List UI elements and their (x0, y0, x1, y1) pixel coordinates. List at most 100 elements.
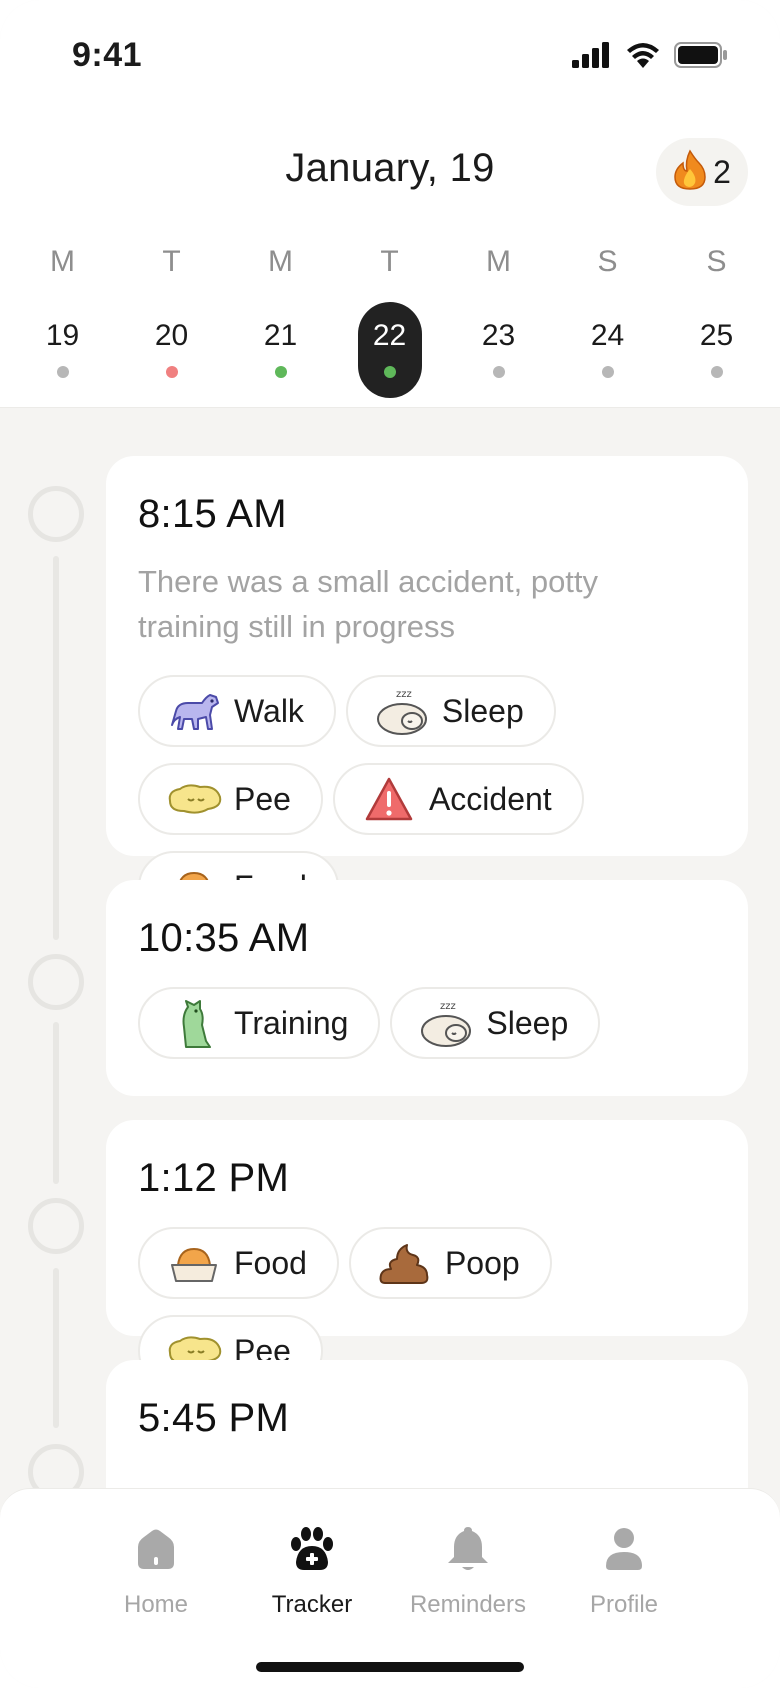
timeline-line (53, 556, 59, 940)
poop-icon (375, 1237, 435, 1289)
tag-sleep[interactable]: zzz Sleep (345, 675, 556, 747)
tag-label: Poop (444, 1244, 520, 1281)
nav-label: Home (123, 1591, 189, 1618)
day-status-dot (274, 366, 287, 378)
sleeping-dog-icon: zzz (416, 997, 476, 1049)
tag-pee[interactable]: Pee (138, 763, 323, 835)
nav-label: Profile (589, 1591, 659, 1618)
nav-profile[interactable]: Profile (546, 1511, 702, 1621)
day-letter: M (268, 245, 293, 278)
timeline-node (28, 954, 84, 1010)
week-strip: M 19 T 20 M 21 T 22 M 23 S 24 S 25 (8, 240, 772, 398)
entry-card[interactable]: 10:35 AM Training zzz Sleep (106, 880, 748, 1096)
timeline-node (28, 486, 84, 542)
nav-tracker[interactable]: Tracker (234, 1511, 390, 1621)
streak-badge[interactable]: 2 (656, 138, 748, 206)
tag-list: Training zzz Sleep (138, 987, 716, 1059)
tag-label: Pee (234, 780, 291, 817)
day-item[interactable]: T 20 (117, 240, 226, 380)
svg-text:zzz: zzz (396, 689, 412, 700)
day-letter: S (706, 245, 727, 278)
day-letter: S (597, 245, 618, 278)
day-number: 19 (45, 319, 80, 352)
day-letter: M (50, 245, 75, 278)
wifi-icon (626, 42, 660, 73)
day-letter: T (162, 245, 181, 278)
tag-label: Sleep (486, 1004, 569, 1041)
tag-label: Food (234, 1244, 307, 1281)
tag-label: Walk (234, 692, 304, 729)
bottom-nav: Home Tracker Reminders Profile (0, 1488, 780, 1688)
tag-sleep[interactable]: zzz Sleep (390, 987, 601, 1059)
day-pill: 21 (249, 302, 313, 398)
bell-icon (438, 1519, 498, 1579)
entry-time: 10:35 AM (138, 916, 310, 960)
day-pill: 22 (357, 302, 422, 398)
timeline-node (28, 1198, 84, 1254)
signal-icon (572, 42, 612, 73)
header: 9:41 January, 19 2 M 19 T 20 M 21 T 22 M… (0, 0, 780, 408)
day-status-dot (492, 366, 505, 378)
day-pill: 20 (140, 302, 204, 398)
battery-icon (674, 42, 728, 73)
day-pill: 23 (467, 302, 531, 398)
entry-time: 5:45 PM (138, 1396, 290, 1440)
day-pill: 19 (31, 302, 95, 398)
tag-walk[interactable]: Walk (138, 675, 336, 747)
day-status-dot (383, 366, 396, 378)
day-number: 25 (699, 319, 734, 352)
day-item[interactable]: S 25 (662, 240, 771, 380)
sitting-dog-icon (164, 997, 224, 1049)
day-pill: 24 (576, 302, 640, 398)
day-number: 24 (590, 319, 625, 352)
day-number: 22 (372, 319, 407, 352)
tag-poop[interactable]: Poop (348, 1227, 552, 1299)
tag-label: Accident (428, 780, 552, 817)
warning-icon (359, 773, 419, 825)
tag-label: Training (234, 1004, 349, 1041)
day-status-dot (165, 366, 178, 378)
paw-plus-icon (282, 1519, 342, 1579)
pee-puddle-icon (164, 773, 224, 825)
day-number: 21 (263, 319, 298, 352)
sleeping-dog-icon: zzz (372, 685, 432, 737)
home-indicator-bar (256, 1662, 524, 1672)
timeline-line (53, 1022, 59, 1184)
day-item[interactable]: M 21 (226, 240, 335, 380)
nav-home[interactable]: Home (78, 1511, 234, 1621)
status-time: 9:41 (72, 36, 143, 74)
food-bowl-icon (164, 1237, 224, 1289)
nav-label: Tracker (271, 1591, 353, 1618)
day-status-dot (601, 366, 614, 378)
flame-icon (673, 148, 707, 196)
tag-label: Sleep (441, 692, 524, 729)
day-number: 20 (154, 319, 189, 352)
tracker-screen: 8:15 AM There was a small accident, pott… (0, 0, 780, 1688)
day-item[interactable]: S 24 (553, 240, 662, 380)
person-icon (594, 1519, 654, 1579)
streak-count: 2 (713, 153, 731, 190)
day-pill: 25 (685, 302, 749, 398)
day-status-dot (710, 366, 723, 378)
nav-label: Reminders (409, 1591, 527, 1618)
day-item[interactable]: M 23 (444, 240, 553, 380)
tag-accident[interactable]: Accident (332, 763, 584, 835)
home-icon (126, 1519, 186, 1579)
day-number: 23 (481, 319, 516, 352)
day-status-dot (56, 366, 69, 378)
entry-card[interactable]: 8:15 AM There was a small accident, pott… (106, 456, 748, 923)
day-letter: T (380, 245, 399, 278)
entry-time: 1:12 PM (138, 1156, 290, 1200)
entry-card[interactable]: 1:12 PM Food Poop Pee (106, 1120, 748, 1387)
nav-reminders[interactable]: Reminders (390, 1511, 546, 1621)
status-icons (572, 42, 728, 73)
svg-text:zzz: zzz (440, 1001, 456, 1012)
day-item[interactable]: M 19 (8, 240, 117, 380)
day-letter: M (486, 245, 511, 278)
tag-food[interactable]: Food (138, 1227, 339, 1299)
status-bar: 9:41 (0, 0, 780, 116)
day-item[interactable]: T 22 (335, 240, 444, 398)
entry-time: 8:15 AM (138, 492, 287, 536)
dog-walk-icon (164, 685, 224, 737)
tag-training[interactable]: Training (138, 987, 381, 1059)
